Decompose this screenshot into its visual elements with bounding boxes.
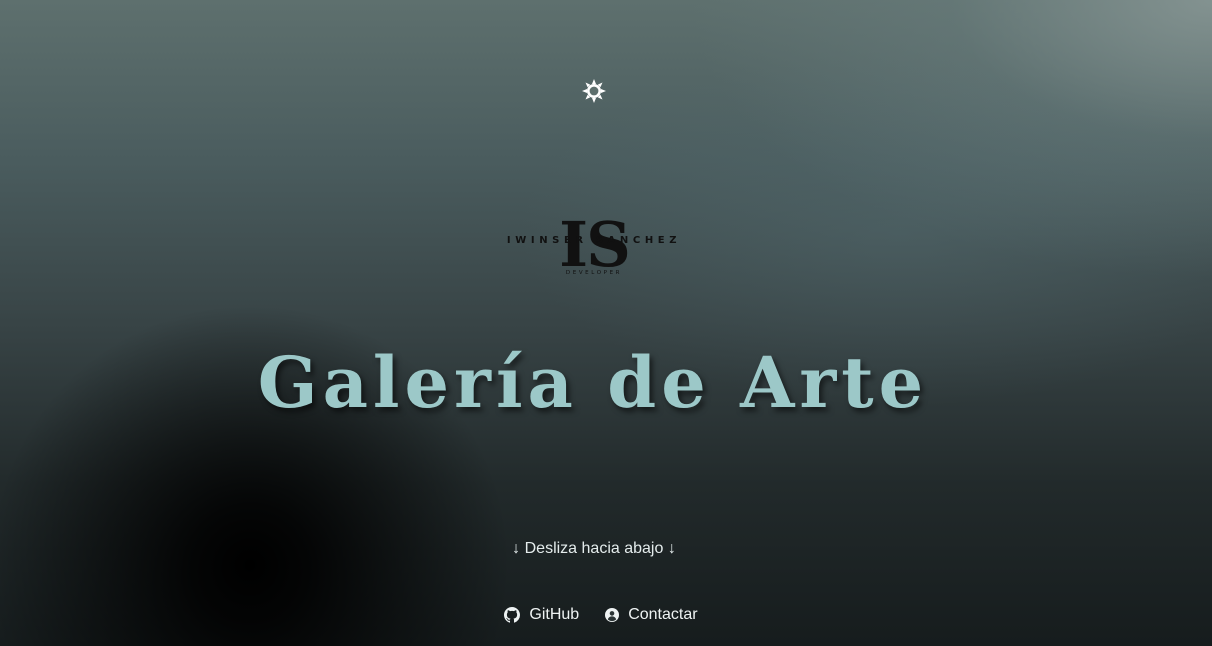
sun-icon (581, 78, 607, 108)
contact-link[interactable]: Contactar (605, 606, 698, 624)
scroll-hint: ↓ Desliza hacia abajo ↓ (512, 540, 676, 557)
logo-role: DEVELOPER (566, 270, 622, 276)
github-link-label: GitHub (529, 606, 580, 623)
brand-logo[interactable]: IS IWINSER SANCHEZ DEVELOPER (506, 206, 682, 281)
github-icon (504, 607, 521, 623)
user-circle-icon (605, 608, 620, 622)
github-link[interactable]: GitHub (504, 606, 579, 624)
footer-links: GitHub Contactar (0, 606, 1202, 624)
logo-name: IWINSER SANCHEZ (507, 235, 681, 246)
page-title: Galería de Arte (257, 341, 929, 424)
contact-link-label: Contactar (628, 606, 698, 623)
theme-toggle-button[interactable] (580, 79, 608, 107)
